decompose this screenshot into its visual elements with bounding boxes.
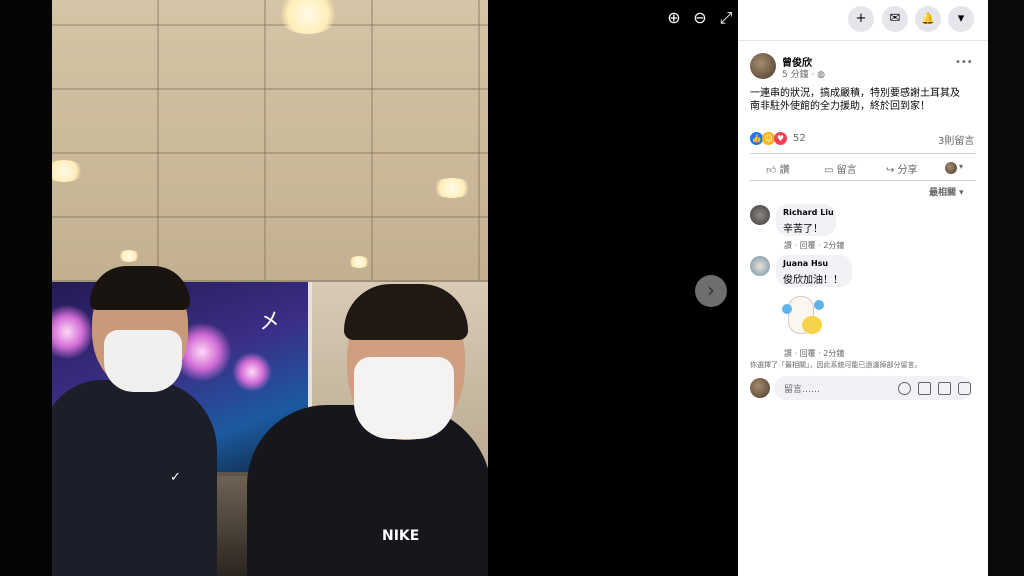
comment-count[interactable]: 3則留言 [938, 132, 974, 147]
ceiling-light [348, 256, 370, 268]
sticker-chick [802, 316, 822, 334]
screen-right-margin [988, 0, 1024, 576]
filter-notice: 你選擇了「最相關」，因此系統可能已過濾掉部分留言。 [750, 361, 922, 369]
comment-actions[interactable]: 讚 · 回覆 · 2分鐘 [784, 240, 844, 251]
create-button[interactable]: + [848, 6, 874, 32]
commenter-avatar[interactable] [750, 256, 770, 276]
zoom-out-icon[interactable]: ⊖ [690, 8, 710, 28]
zoom-in-icon[interactable]: ⊕ [664, 8, 684, 28]
comment-sort-dropdown[interactable]: 最相關 ▾ [929, 185, 964, 198]
love-reaction-icon: ♥ [774, 132, 787, 145]
top-action-bar: + ✉ 🔔 ▾ [738, 0, 988, 41]
post-time[interactable]: 5 分鐘 · ◍ [782, 67, 825, 80]
post-photo[interactable]: 㐅 ✓ NIKE [52, 0, 488, 576]
person-left-jacket [52, 380, 217, 576]
share-icon: ↪ [886, 165, 898, 176]
camera-icon[interactable] [918, 382, 931, 395]
comment-text: 俊欣加油！！ [783, 275, 843, 286]
commenter-avatar[interactable] [750, 205, 770, 225]
reaction-count[interactable]: 52 [793, 133, 806, 144]
post-options-icon[interactable]: ••• [955, 57, 973, 68]
ceiling-light [118, 250, 140, 262]
emoji-icon[interactable] [898, 382, 911, 395]
comment-label: 留言 [836, 165, 857, 176]
share-button[interactable]: ↪ 分享 [886, 161, 918, 176]
photo-viewer: 㐅 ✓ NIKE ⊕ ⊖ ⤢ › [0, 0, 738, 576]
like-button[interactable]: 👍︎ 讚 [766, 161, 790, 176]
sticker-icon[interactable] [958, 382, 971, 395]
billboard-logo: 㐅 [258, 310, 281, 335]
gif-icon[interactable] [938, 382, 951, 395]
post-text-line2: 南非駐外使館的全力援助，終於回到家！ [750, 101, 930, 112]
account-menu-icon[interactable]: ▾ [948, 6, 974, 32]
nike-logo: NIKE [382, 528, 420, 544]
fullscreen-icon[interactable]: ⤢ [716, 8, 736, 28]
comment-input[interactable]: 留言…… [774, 376, 972, 400]
comment-input-placeholder: 留言…… [784, 385, 821, 395]
divider [750, 180, 976, 181]
comment-button[interactable]: ▭ 留言 [824, 161, 857, 176]
person-left-mask [104, 330, 182, 392]
person-right-hair [344, 284, 468, 340]
post-panel: + ✉ 🔔 ▾ 曾俊欣 5 分鐘 · ◍ ••• 一連串的狀況，搞成嚴積，特別要… [738, 0, 988, 576]
commenter-name[interactable]: Juana Hsu [783, 259, 828, 268]
viewer-avatar-small[interactable] [945, 162, 957, 174]
person-right-mask [354, 357, 454, 439]
messenger-icon[interactable]: ✉ [882, 6, 908, 32]
commenter-name[interactable]: Richard Liu [783, 208, 834, 217]
comment-icon: ▭ [824, 165, 837, 176]
divider [750, 153, 976, 154]
firework [52, 302, 92, 362]
next-photo-button[interactable]: › [695, 275, 727, 307]
ceiling [52, 0, 488, 280]
comment-text: 辛苦了！ [783, 224, 823, 235]
comment-actions[interactable]: 讚 · 回覆 · 2分鐘 [784, 348, 844, 359]
thumbs-up-icon: 👍︎ [766, 165, 780, 176]
notifications-icon[interactable]: 🔔 [915, 6, 941, 32]
author-avatar[interactable] [750, 53, 776, 79]
sticker-pompom [782, 304, 792, 314]
ceiling-light [432, 178, 472, 198]
audience-dropdown-icon[interactable]: ▾ [959, 162, 963, 171]
nike-logo: ✓ [170, 470, 181, 485]
share-label: 分享 [897, 165, 918, 176]
sticker-pompom [814, 300, 824, 310]
viewer-tools: ⊕ ⊖ ⤢ [664, 8, 736, 28]
globe-icon: ◍ [817, 70, 826, 80]
viewer-left-margin [0, 0, 52, 576]
person-left-hair [90, 266, 190, 310]
firework [232, 352, 272, 392]
viewer-avatar[interactable] [750, 378, 770, 398]
like-label: 讚 [779, 165, 790, 176]
post-time-text: 5 分鐘 · [782, 70, 818, 80]
sticker-image [782, 292, 826, 342]
